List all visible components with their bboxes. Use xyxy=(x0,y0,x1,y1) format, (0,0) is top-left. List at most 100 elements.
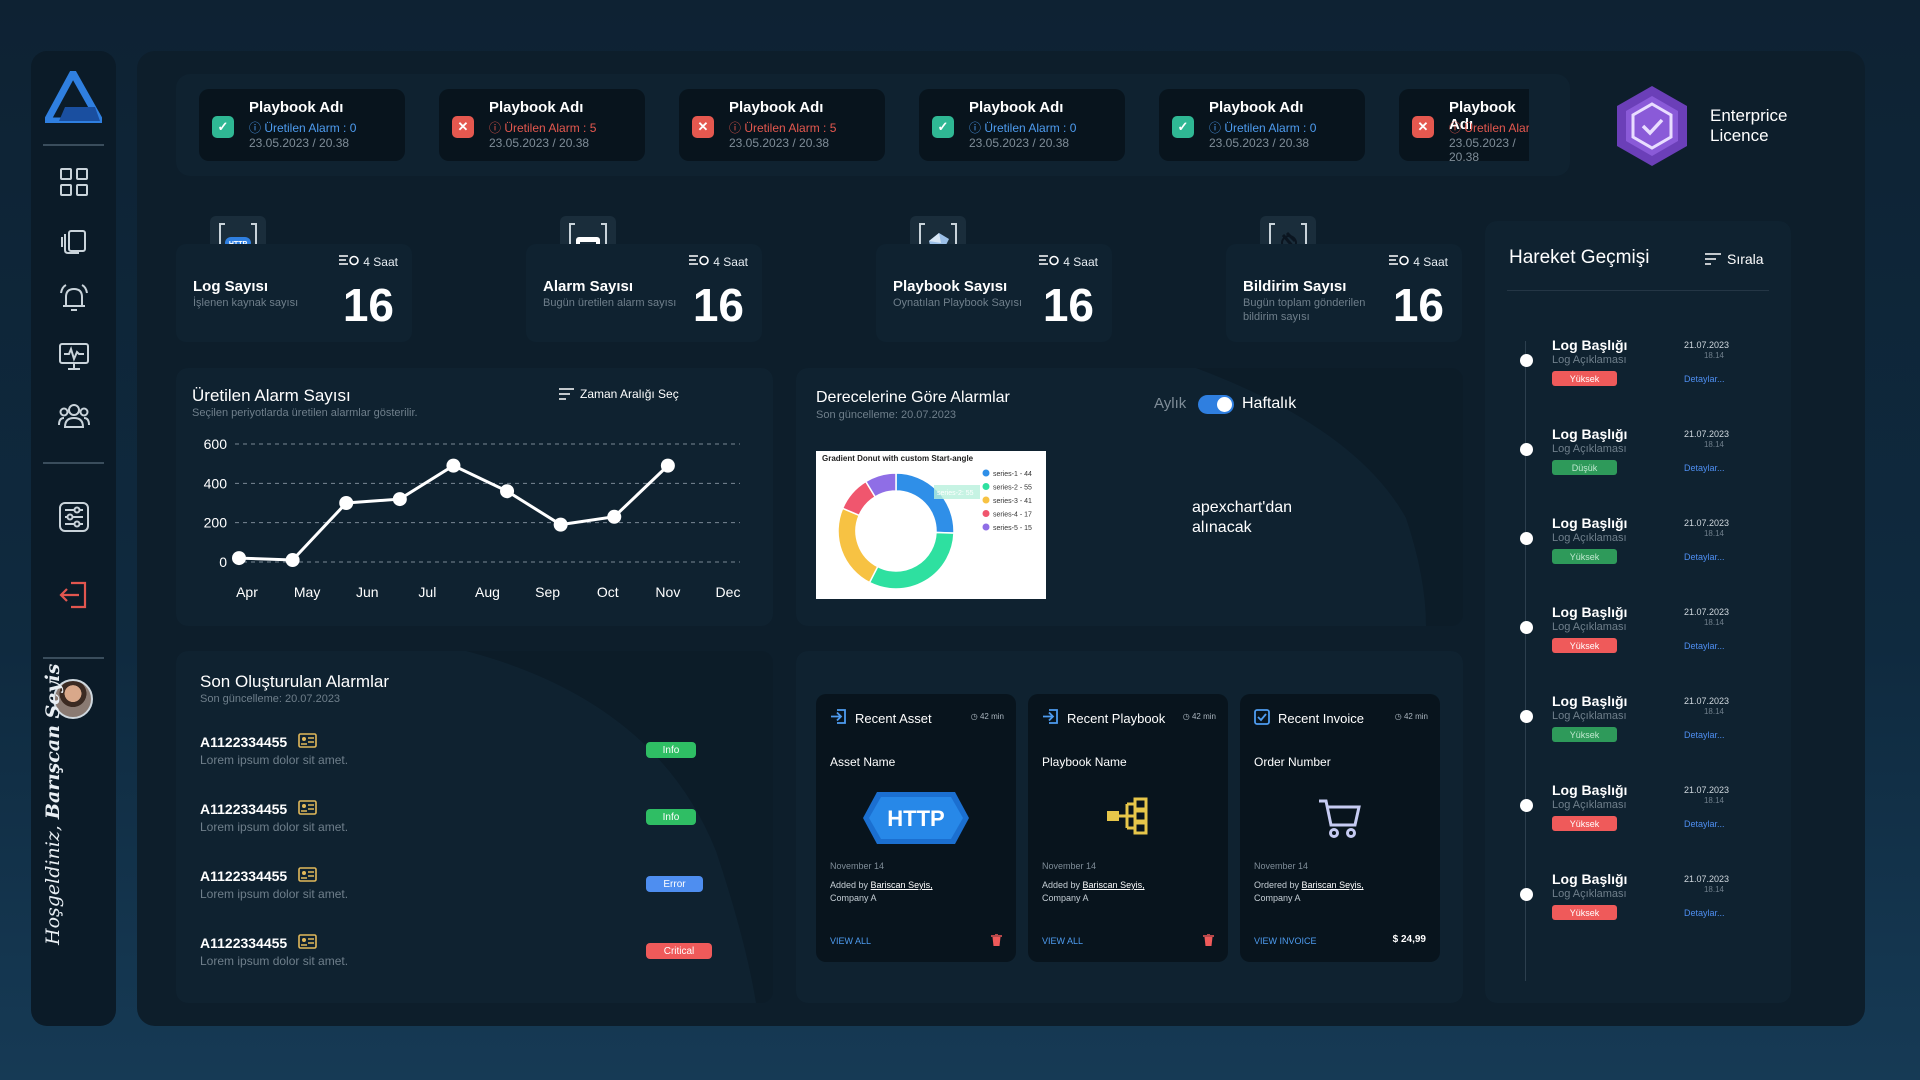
view-all-link[interactable]: VIEW ALL xyxy=(830,936,871,946)
view-all-link[interactable]: VIEW ALL xyxy=(1042,936,1083,946)
data-point[interactable] xyxy=(285,553,300,568)
alarm-row[interactable]: A1122334455 Lorem ipsum dolor sit amet. Er… xyxy=(200,867,703,910)
stat-card[interactable]: 4 Saat Alarm Sayısı Bugün üretilen alarm s… xyxy=(526,244,762,342)
dashboard-icon[interactable] xyxy=(55,163,93,201)
history-item[interactable]: Log Başlığı Log Açıklaması Düşük 21.07.2023… xyxy=(1520,426,1756,486)
legend-marker xyxy=(982,510,990,517)
data-point[interactable] xyxy=(607,509,622,524)
data-point[interactable] xyxy=(339,496,354,510)
history-item[interactable]: Log Başlığı Log Açıklaması Yüksek 21.07.202… xyxy=(1520,515,1756,575)
playbook-alarm-text: Üretilen Alarm : 0 xyxy=(1224,121,1317,135)
details-link[interactable]: Detaylar... xyxy=(1684,641,1725,651)
playbook-card[interactable]: ✕Playbook Adıⓘ Üretilen Alarm : 523.05.2… xyxy=(679,89,885,161)
playbook-card[interactable]: ✕Playbook Adıⓘ Üretilen Alarm : 523.05.2… xyxy=(1399,89,1529,161)
history-item[interactable]: Log Başlığı Log Açıklaması Yüksek 21.07.202… xyxy=(1520,604,1756,664)
stat-card[interactable]: 4 Saat Log Sayısı İşlenen kaynak sayısı 16 xyxy=(176,244,412,342)
alarm-description: Lorem ipsum dolor sit amet. xyxy=(200,820,349,834)
trash-icon[interactable] xyxy=(1203,933,1214,949)
author-name[interactable]: Bariscan Seyis, xyxy=(1302,880,1364,890)
stat-card[interactable]: 4 Saat Bildirim Sayısı Bugün toplam gönder… xyxy=(1226,244,1462,342)
stat-value: 16 xyxy=(342,279,394,331)
timeline-dot xyxy=(1520,443,1533,456)
data-point[interactable] xyxy=(553,517,568,532)
playbook-card[interactable]: ✓ Playbook Adı ⓘ Üretilen Alarm : 0 23.05.2… xyxy=(919,89,1125,161)
details-link[interactable]: Detaylar... xyxy=(1684,730,1725,740)
recent-card[interactable]: Recent Playbook ◷ 42 min Playbook Name Nove… xyxy=(1028,694,1228,962)
sidebar-divider xyxy=(43,462,104,464)
settings-icon[interactable] xyxy=(55,498,93,536)
playbook-date: 23.05.2023 / 20.38 xyxy=(489,136,590,150)
history-item[interactable]: Log Başlığı Log Açıklaması Yüksek 21.07.202… xyxy=(1520,693,1756,753)
history-level-badge: Yüksek xyxy=(1552,905,1617,920)
details-link[interactable]: Detaylar... xyxy=(1684,819,1725,829)
documents-icon[interactable] xyxy=(55,221,93,259)
data-point[interactable] xyxy=(660,458,675,473)
history-item[interactable]: Log Başlığı Log Açıklaması Yüksek 21.07.202… xyxy=(1520,871,1756,931)
stat-card[interactable]: 4 Saat Playbook Sayısı Oynatılan Playbook … xyxy=(876,244,1112,342)
stat-subtitle: İşlenen kaynak sayısı xyxy=(193,297,299,309)
details-link[interactable]: Detaylar... xyxy=(1684,908,1725,918)
history-hour: 18.14 xyxy=(1703,885,1724,894)
stat-title: Log Sayısı xyxy=(193,278,269,295)
timeline-dot xyxy=(1520,354,1533,367)
author-company: Company A xyxy=(830,893,877,903)
alarm-row[interactable]: A1122334455 Lorem ipsum dolor sit amet. Cr… xyxy=(200,934,712,977)
alarm-row[interactable]: A1122334455 Lorem ipsum dolor sit amet. In… xyxy=(200,733,696,776)
playbook-title: Playbook Adı xyxy=(249,99,344,116)
user-name: Barışcan Seyis xyxy=(42,663,64,820)
history-level-badge: Yüksek xyxy=(1552,816,1617,831)
data-point[interactable] xyxy=(500,484,515,499)
licence-line-2: Licence xyxy=(1710,126,1769,145)
playbook-date: 23.05.2023 / 20.38 xyxy=(249,136,350,150)
details-link[interactable]: Detaylar... xyxy=(1684,374,1725,384)
history-hour: 18.14 xyxy=(1703,529,1724,538)
timeline-dot xyxy=(1520,710,1533,723)
legend-label: series-2 - 55 xyxy=(993,485,1032,492)
trash-icon[interactable] xyxy=(991,933,1002,949)
monitor-icon[interactable] xyxy=(55,337,93,375)
logout-icon[interactable] xyxy=(55,576,93,614)
recent-card[interactable]: Recent Asset ◷ 42 min Asset Name HTTP Novemb… xyxy=(816,694,1016,962)
list-clock-icon xyxy=(1039,255,1060,269)
history-item[interactable]: Log Başlığı Log Açıklaması Yüksek 21.07.202… xyxy=(1520,782,1756,842)
legend-marker xyxy=(982,469,990,477)
licence-label: Enterprice Licence xyxy=(1710,106,1787,146)
playbook-card[interactable]: ✓ Playbook Adı ⓘ Üretilen Alarm : 0 23.05.2… xyxy=(1159,89,1365,161)
users-icon[interactable] xyxy=(55,397,93,435)
period-toggle[interactable] xyxy=(1198,395,1234,414)
details-link[interactable]: Detaylar... xyxy=(1684,463,1725,473)
note-line-1: apexchart'dan xyxy=(1192,499,1293,516)
checkbox-icon xyxy=(1254,709,1270,728)
recent-card-date: November 14 xyxy=(1042,861,1097,871)
details-link[interactable]: Detaylar... xyxy=(1684,552,1725,562)
legend-label: series-1 - 44 xyxy=(993,471,1032,478)
data-point[interactable] xyxy=(232,551,246,566)
app-logo[interactable] xyxy=(45,71,102,123)
data-point[interactable] xyxy=(446,458,461,473)
data-point[interactable] xyxy=(392,492,407,507)
playbook-alarm-count: ⓘ Üretilen Alarm : 5 xyxy=(489,119,596,136)
history-item-title: Log Başlığı xyxy=(1552,782,1628,798)
alarm-icon[interactable] xyxy=(55,279,93,317)
donut-slice[interactable] xyxy=(868,531,955,590)
donut-slice[interactable] xyxy=(895,472,955,534)
history-item[interactable]: Log Başlığı Log Açıklaması Yüksek 21.07.202… xyxy=(1520,337,1756,397)
donut-slice[interactable] xyxy=(837,507,879,584)
recent-card-time: ◷ 42 min xyxy=(1183,712,1216,721)
sort-button[interactable]: Sırala xyxy=(1705,251,1764,267)
x-tick-label: Dec xyxy=(716,584,741,600)
alarm-row[interactable]: A1122334455 Lorem ipsum dolor sit amet. In… xyxy=(200,800,696,843)
playbook-card[interactable]: ✕Playbook Adıⓘ Üretilen Alarm : 523.05.2… xyxy=(439,89,645,161)
author-name[interactable]: Bariscan Seyis, xyxy=(1083,880,1145,890)
recent-card[interactable]: Recent Invoice ◷ 42 min Order Number Novemb… xyxy=(1240,694,1440,962)
clock-icon: ◷ xyxy=(1394,712,1404,721)
history-item-title: Log Başlığı xyxy=(1552,693,1628,709)
playbook-card[interactable]: ✓ Playbook Adı ⓘ Üretilen Alarm : 0 23.05.2… xyxy=(199,89,405,161)
view-all-link[interactable]: VIEW INVOICE xyxy=(1254,936,1317,946)
close-icon: ✕ xyxy=(1412,116,1434,138)
author-name[interactable]: Bariscan Seyis, xyxy=(871,880,933,890)
invoice-amount: $ 24,99 xyxy=(1392,934,1426,945)
toggle-monthly-label: Aylık xyxy=(1154,395,1187,412)
author-label: Added by xyxy=(830,880,869,890)
stat-period-label: 4 Saat xyxy=(1413,255,1448,269)
